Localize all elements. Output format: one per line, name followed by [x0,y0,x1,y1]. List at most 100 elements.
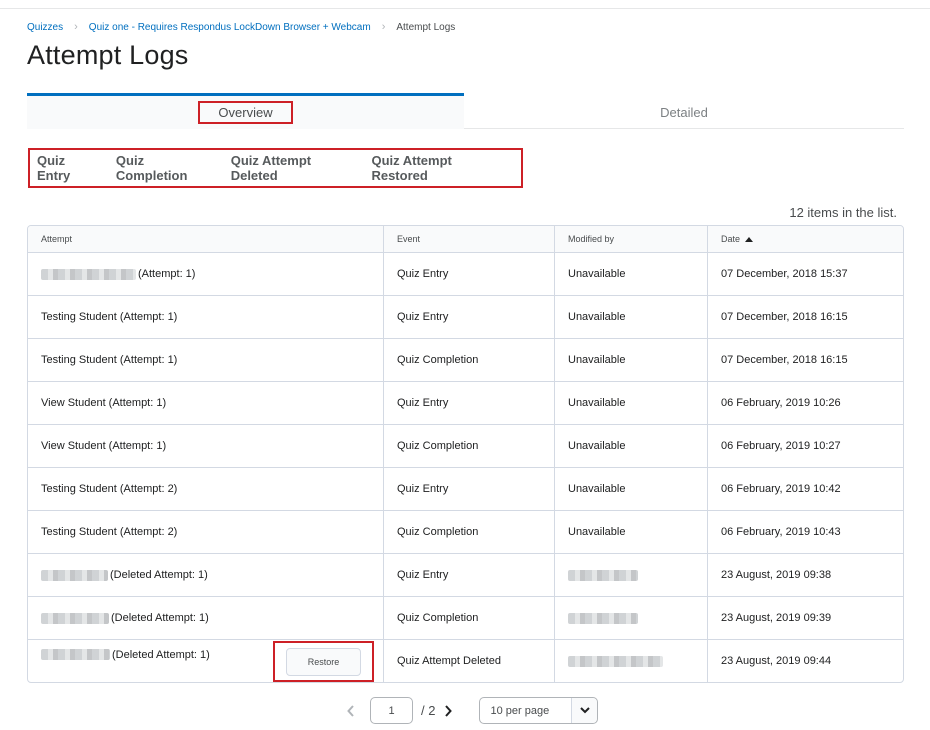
breadcrumb-current: Attempt Logs [396,21,456,33]
modified-by-label: Unavailable [568,397,626,409]
tab-overview[interactable]: Overview [27,93,464,129]
attempt-cell: View Student (Attempt: 1) [28,382,383,424]
modified-by-cell: Unavailable [554,339,707,381]
event-filter-bar: Quiz Entry Quiz Completion Quiz Attempt … [28,148,523,188]
column-header-date-label: Date [721,234,741,244]
modified-by-label: Unavailable [568,268,626,280]
table-row: Testing Student (Attempt: 1) Quiz Entry Un… [28,295,903,338]
tab-bar: Overview Detailed [27,93,904,129]
table-row: (Attempt: 1) Quiz Entry Unavailable 07 Dece… [28,252,903,295]
table-header-row: Attempt Event Modified by Date [28,226,903,252]
redacted-name [41,569,108,581]
attempt-label: Testing Student (Attempt: 2) [41,526,178,538]
filter-quiz-entry[interactable]: Quiz Entry [37,153,98,183]
modified-by-label: Unavailable [568,354,626,366]
top-divider [0,8,930,9]
date-cell: 23 August, 2019 09:38 [707,554,903,596]
modified-by-label: Unavailable [568,440,626,452]
tab-overview-label: Overview [198,101,293,124]
date-cell: 07 December, 2018 16:15 [707,296,903,338]
redacted-name [568,569,638,581]
modified-by-cell: Unavailable [554,511,707,553]
table-row: View Student (Attempt: 1) Quiz Completion… [28,424,903,467]
table-row: Testing Student (Attempt: 2) Quiz Complet… [28,510,903,553]
attempt-logs-table: Attempt Event Modified by Date (Attempt:… [27,225,904,683]
event-cell: Quiz Entry [383,382,554,424]
attempt-cell: Testing Student (Attempt: 1) [28,339,383,381]
column-header-date[interactable]: Date [707,226,903,252]
date-cell: 06 February, 2019 10:26 [707,382,903,424]
attempt-label: Testing Student (Attempt: 1) [41,354,178,366]
page-total: / 2 [421,703,436,718]
chevron-right-icon: › [381,21,386,33]
redacted-name [41,612,109,624]
attempt-label: (Attempt: 1) [138,268,196,280]
restore-button[interactable]: Restore [286,647,361,676]
date-cell: 23 August, 2019 09:44 [707,640,903,682]
page-title: Attempt Logs [27,40,189,70]
modified-by-label: Unavailable [568,311,626,323]
filter-quiz-attempt-deleted[interactable]: Quiz Attempt Deleted [231,153,354,183]
attempt-cell: (Deleted Attempt: 1) Restore [28,640,383,682]
event-cell: Quiz Entry [383,296,554,338]
attempt-label: Testing Student (Attempt: 1) [41,311,178,323]
breadcrumb-quizzes[interactable]: Quizzes [27,22,63,33]
attempt-cell: (Attempt: 1) [28,253,383,295]
redacted-name [568,655,663,667]
attempt-cell: Testing Student (Attempt: 1) [28,296,383,338]
event-cell: Quiz Completion [383,425,554,467]
event-cell: Quiz Entry [383,554,554,596]
modified-by-label: Unavailable [568,526,626,538]
date-cell: 07 December, 2018 15:37 [707,253,903,295]
attempt-cell: (Deleted Attempt: 1) [28,597,383,639]
table-body: (Attempt: 1) Quiz Entry Unavailable 07 Dece… [28,252,903,682]
breadcrumb: Quizzes › Quiz one - Requires Respondus … [27,21,455,33]
modified-by-cell [554,640,707,682]
attempt-label: (Deleted Attempt: 1) [110,569,208,581]
modified-by-cell: Unavailable [554,382,707,424]
chevron-right-icon: › [74,21,78,33]
modified-by-cell: Unavailable [554,468,707,510]
column-header-attempt: Attempt [41,234,73,244]
pagination: 1 / 2 10 per page [340,697,599,724]
next-page-button[interactable] [437,698,459,724]
date-cell: 23 August, 2019 09:39 [707,597,903,639]
modified-by-label: Unavailable [568,483,626,495]
date-cell: 06 February, 2019 10:43 [707,511,903,553]
filter-quiz-attempt-restored[interactable]: Quiz Attempt Restored [371,153,503,183]
tab-detailed[interactable]: Detailed [464,93,904,129]
attempt-label: Testing Student (Attempt: 2) [41,483,178,495]
column-header-event: Event [383,226,554,252]
sort-ascending-icon [745,236,754,242]
event-cell: Quiz Entry [383,253,554,295]
attempt-cell: View Student (Attempt: 1) [28,425,383,467]
redacted-name [41,268,136,280]
restore-highlight: Restore [273,641,374,682]
table-row: Testing Student (Attempt: 1) Quiz Complet… [28,338,903,381]
chevron-right-icon [445,704,453,717]
date-cell: 07 December, 2018 16:15 [707,339,903,381]
event-cell: Quiz Attempt Deleted [383,640,554,682]
per-page-select[interactable]: 10 per page [479,697,599,724]
modified-by-cell [554,554,707,596]
attempt-label: (Deleted Attempt: 1) [111,612,209,624]
filter-quiz-completion[interactable]: Quiz Completion [116,153,213,183]
page-number-input[interactable]: 1 [370,697,413,724]
table-row: (Deleted Attempt: 1) Quiz Completion 23 Au… [28,596,903,639]
previous-page-button[interactable] [340,698,362,724]
attempt-label: View Student (Attempt: 1) [41,397,167,409]
attempt-label: View Student (Attempt: 1) [41,440,167,452]
attempt-cell: Testing Student (Attempt: 2) [28,511,383,553]
event-cell: Quiz Entry [383,468,554,510]
attempt-cell: (Deleted Attempt: 1) [28,554,383,596]
redacted-name [41,649,110,660]
date-cell: 06 February, 2019 10:42 [707,468,903,510]
per-page-value: 10 per page [490,704,550,717]
breadcrumb-quiz-one[interactable]: Quiz one - Requires Respondus LockDown B… [89,22,371,33]
modified-by-cell: Unavailable [554,425,707,467]
event-cell: Quiz Completion [383,597,554,639]
attempt-label: (Deleted Attempt: 1) [112,649,210,661]
redacted-name [568,612,638,624]
modified-by-cell: Unavailable [554,296,707,338]
modified-by-cell [554,597,707,639]
